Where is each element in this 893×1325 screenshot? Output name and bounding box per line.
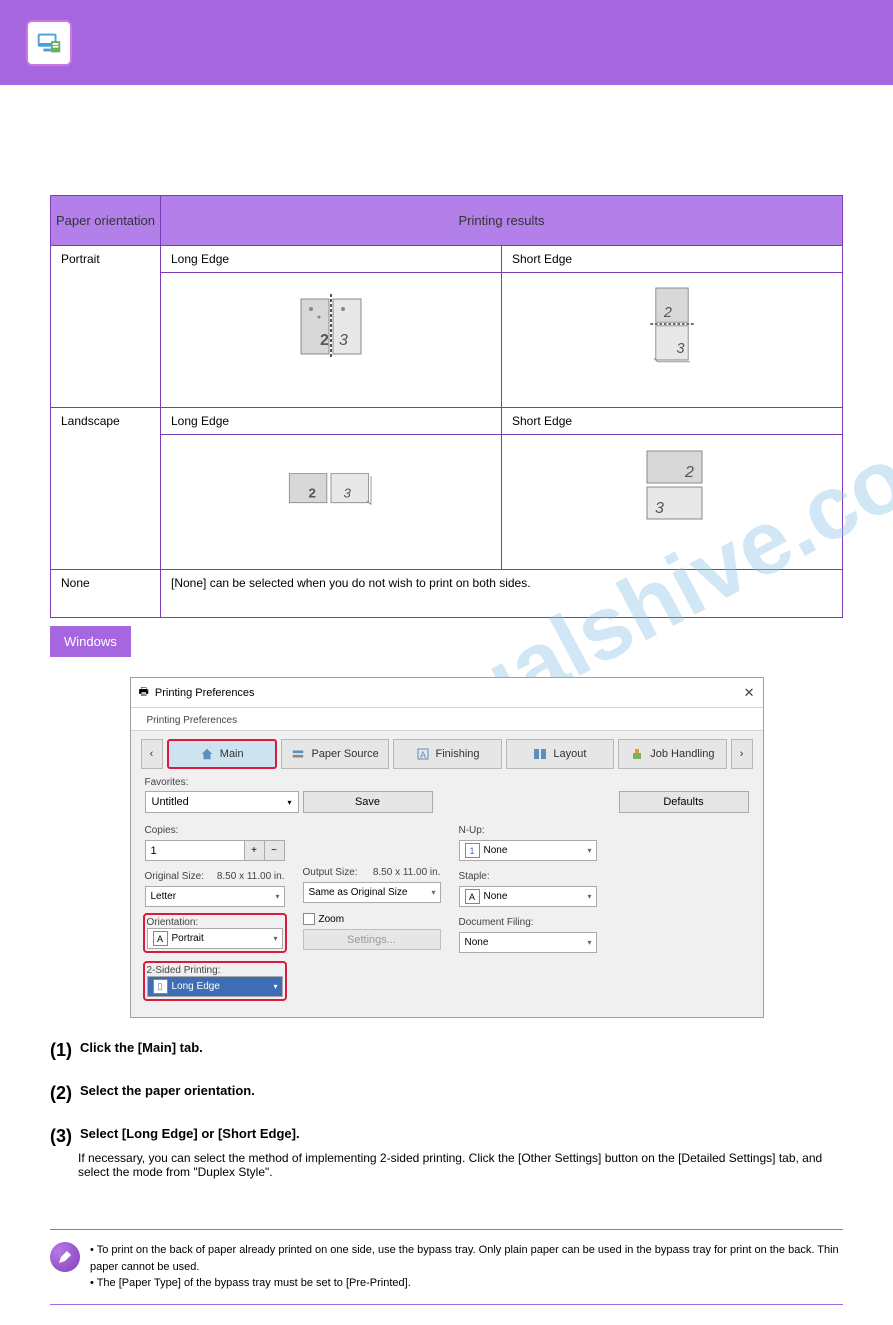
favorites-dropdown[interactable]: Untitled▾ [145,791,299,813]
short-edge-label-2: Short Edge [502,408,843,435]
staple-dropdown[interactable]: ANone▾ [459,886,597,907]
printer-icon: 🖶 [139,683,149,702]
landscape-short-image: 23 [502,435,843,570]
long-edge-icon: ▯ [153,979,168,994]
docfiling-dropdown[interactable]: None▾ [459,932,597,953]
orientation-table: Paper orientation Printing results Portr… [50,195,843,618]
minus-button[interactable]: − [265,840,285,861]
step-2: (2) Select the paper orientation. [50,1083,843,1104]
tab-layout[interactable]: Layout [506,739,614,769]
original-size-dim: 8.50 x 11.00 in. [217,871,285,882]
svg-text:A: A [420,750,426,760]
checkbox-icon [303,913,315,925]
output-size-dropdown[interactable]: Same as Original Size▾ [303,882,441,903]
copies-label: Copies: [145,825,285,836]
landscape-long-image: 23 [161,435,502,570]
windows-button: Windows [50,626,131,657]
nup-dropdown[interactable]: 1None▾ [459,840,597,861]
pencil-note-icon [50,1242,80,1272]
nav-next-button[interactable]: › [731,739,753,769]
note-section: • To print on the back of paper already … [50,1229,843,1305]
staple-label: Staple: [459,871,597,882]
svg-text:2: 2 [663,305,672,321]
twosided-label: 2-Sided Printing: [147,965,283,976]
portrait-long-image: 23 [161,273,502,408]
original-size-label: Original Size: [145,871,204,882]
note-text: • To print on the back of paper already … [90,1242,843,1292]
favorites-label: Favorites: [145,777,749,788]
chevron-down-icon: ▾ [273,982,277,991]
short-edge-label-1: Short Edge [502,246,843,273]
tab-finishing[interactable]: AFinishing [393,739,501,769]
output-size-dim: 8.50 x 11.00 in. [373,867,441,878]
layout-icon [533,747,547,761]
chevron-down-icon: ▾ [587,938,591,947]
landscape-label: Landscape [51,408,161,570]
portrait-icon: A [153,931,168,946]
chevron-down-icon: ▾ [431,888,435,897]
portrait-label: Portrait [51,246,161,408]
svg-text:3: 3 [344,486,352,501]
output-size-label: Output Size: [303,867,358,878]
save-button[interactable]: Save [303,791,433,813]
zoom-checkbox[interactable]: Zoom [303,913,441,925]
svg-text:2: 2 [309,486,316,501]
plus-button[interactable]: + [245,840,265,861]
docfiling-label: Document Filing: [459,917,597,928]
staple-icon: A [465,889,480,904]
svg-text:3: 3 [677,341,685,357]
tab-printing-preferences[interactable]: Printing Preferences [137,711,248,730]
svg-text:3: 3 [655,500,664,517]
chevron-down-icon: ▾ [273,934,277,943]
finishing-icon: A [416,747,430,761]
svg-text:2: 2 [320,332,329,349]
none-desc: [None] can be selected when you do not w… [161,570,843,618]
orientation-dropdown[interactable]: APortrait▾ [147,928,283,949]
step-3-desc: If necessary, you can select the method … [78,1151,843,1179]
top-banner [0,0,893,85]
nav-prev-button[interactable]: ‹ [141,739,163,769]
chevron-down-icon: ▾ [287,798,291,807]
svg-text:3: 3 [339,332,348,349]
step-1: (1) Click the [Main] tab. [50,1040,843,1061]
step-3: (3) Select [Long Edge] or [Short Edge]. [50,1126,843,1147]
twosided-dropdown[interactable]: ▯Long Edge▾ [147,976,283,997]
tab-main[interactable]: Main [167,739,277,769]
printer-monitor-icon [26,20,72,66]
tray-icon [291,747,305,761]
dialog-titlebar: 🖶 Printing Preferences ✕ [131,678,763,708]
nup-label: N-Up: [459,825,597,836]
results-header: Printing results [161,196,843,246]
job-icon [630,747,644,761]
dialog-title-text: Printing Preferences [155,687,255,699]
portrait-short-image: 23 [502,273,843,408]
chevron-down-icon: ▾ [275,892,279,901]
tab-job-handling[interactable]: Job Handling [618,739,726,769]
long-edge-label-2: Long Edge [161,408,502,435]
orientation-label: Orientation: [147,917,283,928]
defaults-button[interactable]: Defaults [619,791,749,813]
tab-paper-source[interactable]: Paper Source [281,739,389,769]
chevron-down-icon: ▾ [587,846,591,855]
close-icon[interactable]: ✕ [744,685,755,701]
none-label: None [51,570,161,618]
zoom-settings-button: Settings... [303,929,441,950]
nup-icon: 1 [465,843,480,858]
printing-preferences-dialog: 🖶 Printing Preferences ✕ Printing Prefere… [130,677,764,1018]
long-edge-label-1: Long Edge [161,246,502,273]
orientation-header: Paper orientation [51,196,161,246]
svg-text:2: 2 [684,464,694,481]
chevron-down-icon: ▾ [587,892,591,901]
original-size-dropdown[interactable]: Letter▾ [145,886,285,907]
home-icon [200,747,214,761]
copies-stepper[interactable]: 1 + − [145,840,285,861]
